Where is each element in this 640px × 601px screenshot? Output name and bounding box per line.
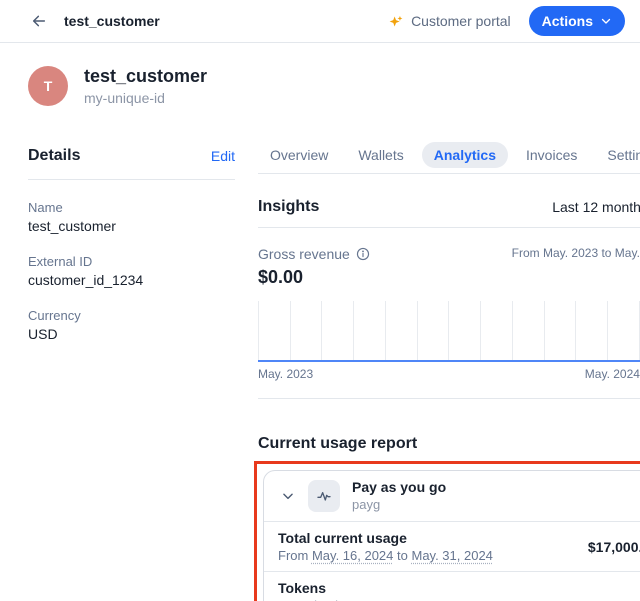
total-usage-row: Total current usage From May. 16, 2024 t… [264,521,640,571]
actions-button[interactable]: Actions [529,6,625,36]
customer-external-id: my-unique-id [84,90,207,106]
chart-x-axis-labels: May. 2023 May. 2024 [258,367,640,381]
insights-title: Insights [258,198,319,216]
back-button[interactable] [26,8,52,34]
gross-revenue-chart: - $0 [258,301,640,362]
usage-item-name: Tokens [278,580,640,597]
red-annotation-box: Pay as you go payg Total current usage F… [254,461,640,601]
gross-revenue-label: Gross revenue [258,246,350,262]
customer-header: T test_customer my-unique-id [0,43,640,106]
tab-settings[interactable]: Settings [595,142,640,168]
detail-field-name: Name test_customer [28,200,235,234]
chart-zero-revenue-line [258,360,640,362]
usage-item-code: openai_tokens [278,598,640,601]
tabs-divider [258,173,640,174]
info-icon[interactable] [356,247,370,261]
chevron-down-icon [281,489,295,503]
chart-gridlines [258,301,640,362]
period-selector[interactable]: Last 12 months [552,199,640,215]
tab-wallets[interactable]: Wallets [346,142,415,168]
usage-start-date[interactable]: May. 16, 2024 [312,548,393,563]
plan-pulse-icon [308,480,340,512]
customer-tabs-panel: Overview Wallets Analytics Invoices Sett… [258,142,640,601]
refresh-usage-button[interactable] [636,485,640,507]
details-divider [28,179,235,180]
customer-name: test_customer [84,65,207,87]
avatar-initial: T [44,78,53,94]
tab-analytics[interactable]: Analytics [422,142,508,168]
details-title: Details [28,147,80,165]
x-label-end: May. 2024 [585,367,640,381]
usage-item-row: Tokens openai_tokens [264,571,640,601]
x-label-start: May. 2023 [258,367,313,381]
arrow-left-icon [31,13,47,29]
chart-divider [258,398,640,399]
customer-portal-link[interactable]: Customer portal [389,13,511,29]
gross-revenue-value: $0.00 [258,267,640,288]
tab-overview[interactable]: Overview [258,142,340,168]
detail-field-currency: Currency USD [28,308,235,342]
insights-divider [258,227,640,228]
edit-details-link[interactable]: Edit [211,148,235,164]
customer-portal-label: Customer portal [411,13,511,29]
actions-button-label: Actions [542,13,593,29]
period-selector-label: Last 12 months [552,199,640,215]
chart-date-range: From May. 2023 to May. 2024 [512,246,640,260]
usage-report-title: Current usage report [258,435,640,453]
total-usage-amount: $17,000.00 [588,539,640,555]
collapse-toggle[interactable] [278,486,298,506]
detail-field-external-id: External ID customer_id_1234 [28,254,235,288]
top-bar: test_customer Customer portal Actions [0,0,640,43]
avatar: T [28,66,68,106]
usage-card: Pay as you go payg Total current usage F… [263,470,640,601]
chart-plot-area [258,301,640,362]
main-content: Details Edit Name test_customer External… [0,106,640,601]
tab-bar: Overview Wallets Analytics Invoices Sett… [258,142,640,168]
sparkle-icon [389,14,404,29]
plan-code: payg [352,497,636,513]
chevron-down-icon [600,15,612,27]
page-title: test_customer [64,13,389,29]
total-usage-period: From May. 16, 2024 to May. 31, 2024 [278,548,576,564]
tab-invoices[interactable]: Invoices [514,142,589,168]
usage-end-date[interactable]: May. 31, 2024 [411,548,492,563]
total-usage-label: Total current usage [278,530,576,547]
details-panel: Details Edit Name test_customer External… [28,142,235,601]
plan-name: Pay as you go [352,479,636,496]
plan-header-row: Pay as you go payg [264,471,640,521]
